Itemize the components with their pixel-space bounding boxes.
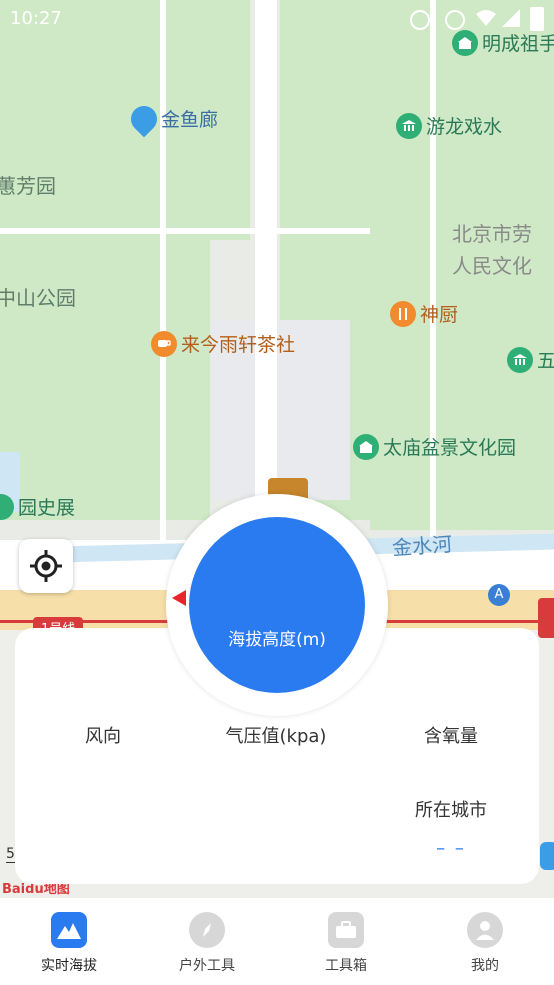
user-icon <box>467 912 503 948</box>
tab-label: 实时海拔 <box>41 958 97 974</box>
signal-icon <box>502 9 520 27</box>
poi-jinyulang[interactable]: 金鱼廊 <box>125 100 219 137</box>
landmark-icon <box>0 493 14 520</box>
area-label: 中山公园 <box>0 286 76 310</box>
wifi-icon <box>476 10 496 26</box>
poi-label: 神厨 <box>420 304 459 326</box>
area-label: 人民文化 <box>452 254 532 278</box>
poi-label: 游龙戏水 <box>426 116 503 138</box>
bottom-tab-bar: 实时海拔 户外工具 工具箱 我的 <box>0 898 554 985</box>
poi-taimiao[interactable]: 太庙盆景文化园 <box>353 433 516 460</box>
city-value: – – <box>436 838 466 859</box>
landmark-icon <box>353 433 379 460</box>
poi-wu[interactable]: 五 <box>507 346 554 373</box>
poi-label: 太庙盆景文化园 <box>383 437 517 459</box>
museum-icon <box>540 842 554 870</box>
poi-label: 金鱼廊 <box>161 109 219 131</box>
crosshair-icon <box>30 550 62 582</box>
poi-label: 园史展 <box>18 497 76 519</box>
tab-me[interactable]: 我的 <box>416 898 554 985</box>
map-scale: 5 <box>6 846 15 863</box>
area-label: 蕙芳园 <box>0 174 56 198</box>
poi-label: 五 <box>537 350 554 372</box>
tab-toolbox[interactable]: 工具箱 <box>277 898 415 985</box>
toolbox-icon <box>328 912 364 948</box>
poi-yuanshi[interactable]: 园史展 <box>0 493 75 520</box>
tab-outdoor-tools[interactable]: 户外工具 <box>138 898 276 985</box>
status-time: 10:27 <box>10 8 62 29</box>
altitude-label: 海拔高度(m) <box>228 630 326 650</box>
location-pin-icon <box>125 100 163 137</box>
teacup-icon <box>151 330 177 357</box>
altitude-disk <box>189 517 365 693</box>
locate-button[interactable] <box>19 539 73 593</box>
data-saver-icon <box>445 10 465 30</box>
tab-label: 工具箱 <box>325 958 367 974</box>
metro-badge-edge <box>538 598 554 638</box>
oxygen-label: 含氧量 <box>424 726 478 747</box>
tab-label: 户外工具 <box>179 958 235 974</box>
battery-icon <box>530 7 544 31</box>
poi-shenchu[interactable]: 神厨 <box>390 300 458 327</box>
poi-youlong[interactable]: 游龙戏水 <box>396 112 502 139</box>
wind-label: 风向 <box>85 726 121 747</box>
pressure-label: 气压值(kpa) <box>225 726 327 747</box>
poi-laijinyu[interactable]: 来今雨轩茶社 <box>151 330 295 357</box>
city-label: 所在城市 <box>415 800 487 821</box>
compass-icon <box>189 912 225 948</box>
dnd-icon <box>410 10 430 30</box>
status-bar: 10:27 <box>0 0 554 38</box>
mountain-icon <box>51 912 87 948</box>
restaurant-icon <box>390 300 416 327</box>
area-label: 北京市劳 <box>452 222 532 246</box>
tab-realtime-altitude[interactable]: 实时海拔 <box>0 898 138 985</box>
tab-label: 我的 <box>471 958 499 974</box>
river-label: 金水河 <box>391 531 453 561</box>
metro-exit-icon: A <box>488 584 510 606</box>
museum-icon <box>507 346 533 373</box>
poi-label: 来今雨轩茶社 <box>181 334 296 356</box>
museum-icon <box>396 112 422 139</box>
